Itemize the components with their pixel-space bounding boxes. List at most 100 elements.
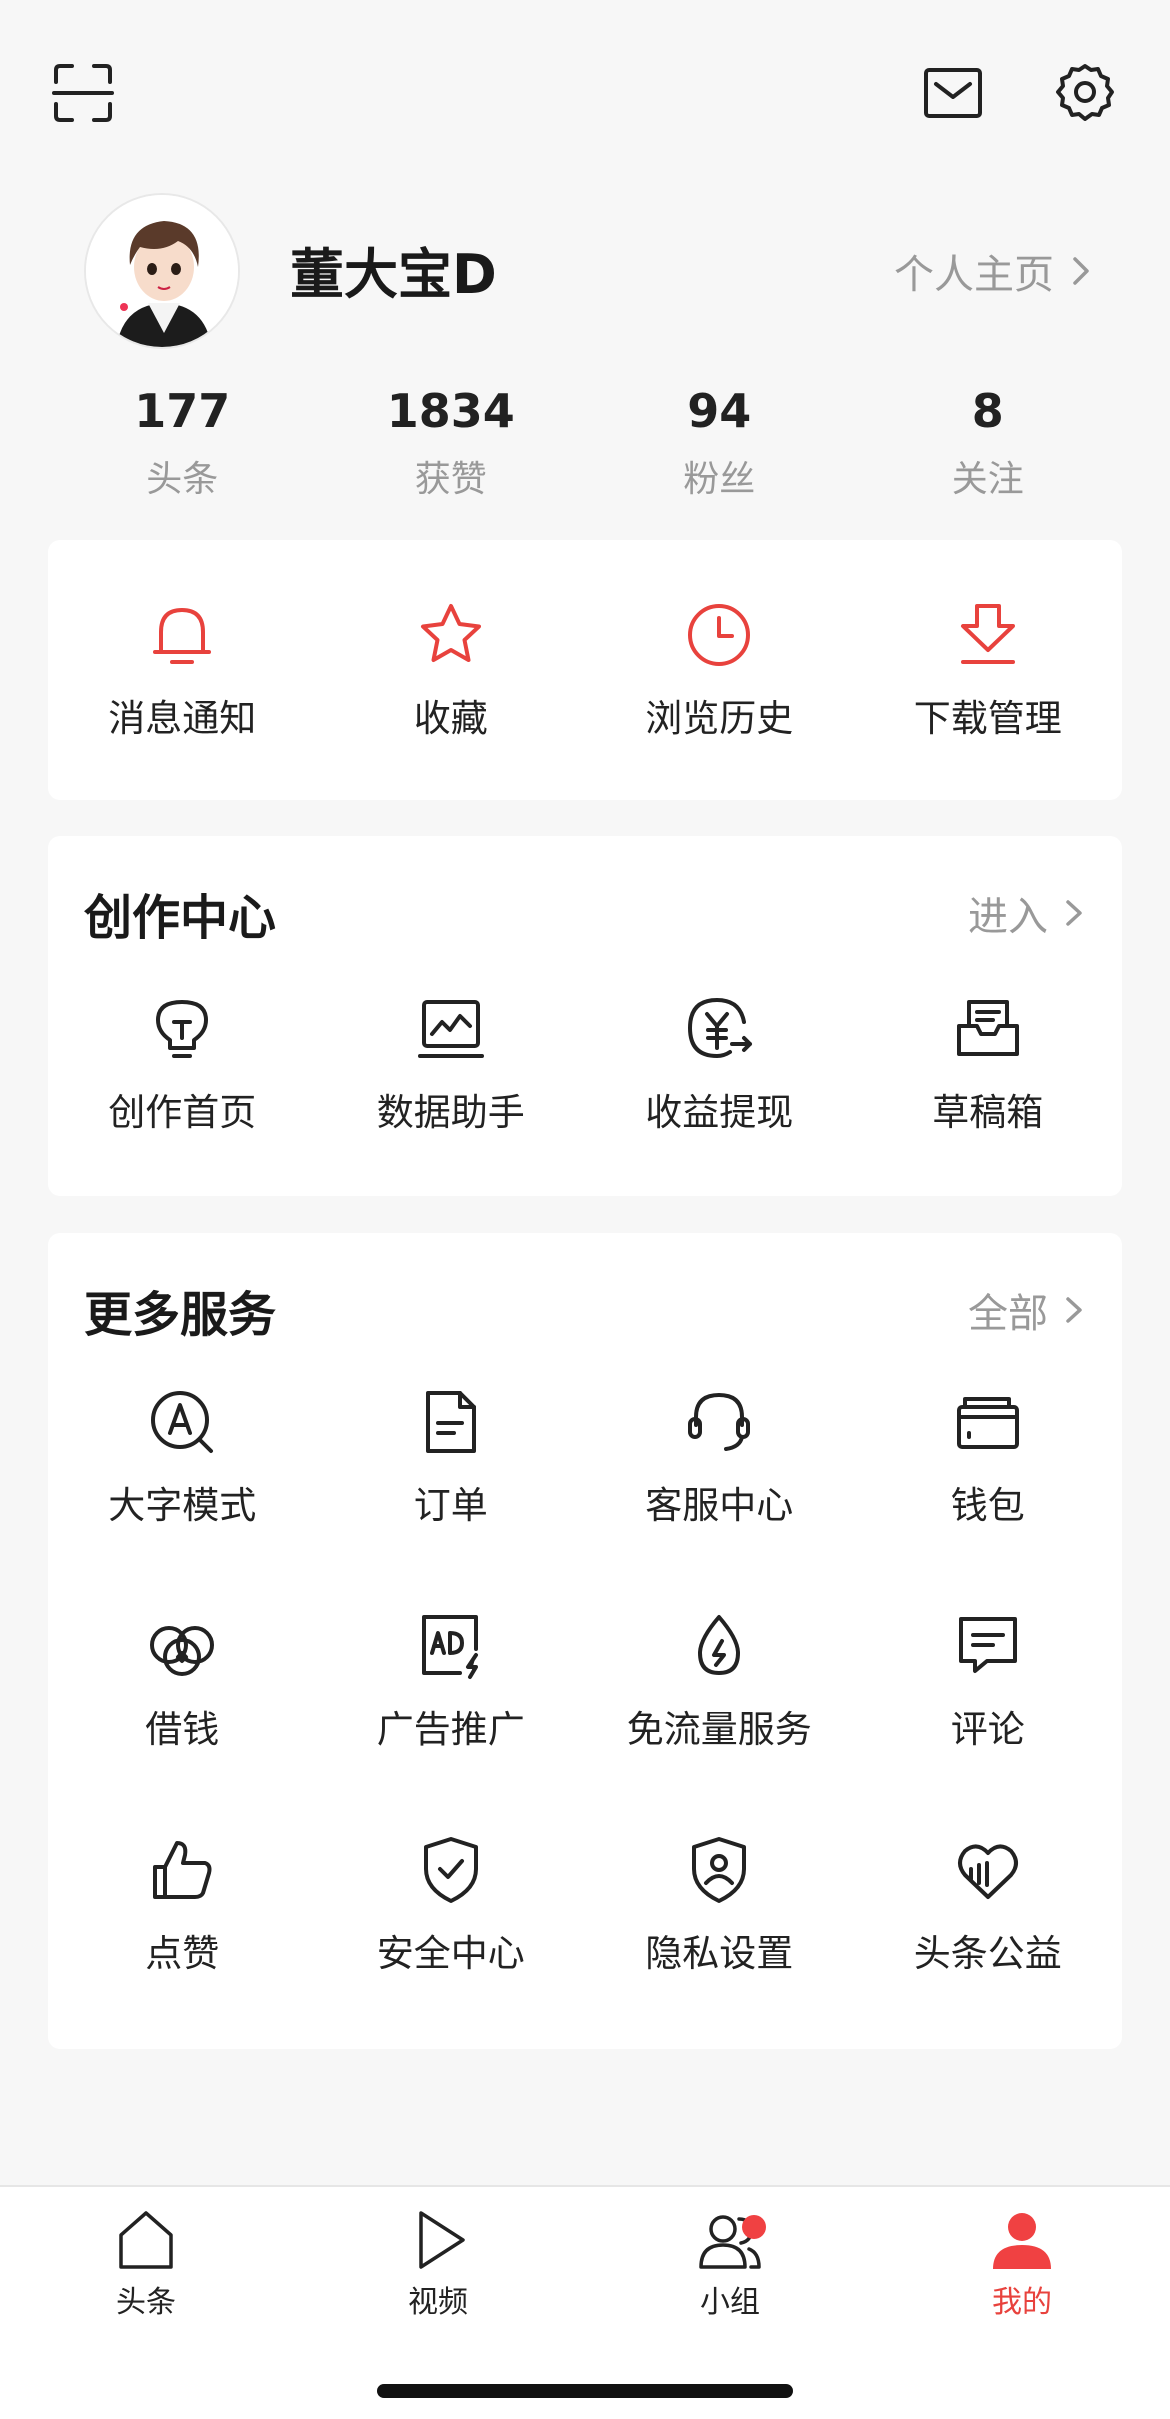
stat-label: 粉丝	[683, 459, 756, 500]
star-icon	[414, 598, 488, 672]
service-label: 广告推广	[376, 1708, 525, 1751]
service-label: 点赞	[145, 1932, 220, 1975]
personal-homepage-link[interactable]: 个人主页	[894, 242, 1094, 300]
service-security-center[interactable]: 安全中心	[317, 1833, 586, 1977]
service-label: 借钱	[145, 1708, 220, 1751]
quick-action-downloads[interactable]: 下载管理	[854, 598, 1123, 742]
service-label: 订单	[413, 1484, 488, 1527]
service-borrow-money[interactable]: 借钱	[48, 1609, 317, 1753]
comment-icon	[951, 1609, 1025, 1683]
username[interactable]: 董大宝D	[290, 230, 497, 309]
quick-action-favorites[interactable]: 收藏	[317, 598, 586, 742]
chevron-right-icon	[1066, 900, 1082, 926]
nav-tab-groups[interactable]: 小组	[650, 2205, 810, 2321]
creation-item-label: 草稿箱	[932, 1091, 1044, 1134]
nav-tab-headlines[interactable]: 头条	[66, 2205, 226, 2321]
charity-heart-icon	[951, 1833, 1025, 1907]
nav-label: 小组	[700, 2285, 760, 2320]
service-toutiao-charity[interactable]: 头条公益	[854, 1833, 1123, 1977]
bell-icon	[145, 598, 219, 672]
quick-action-notifications[interactable]: 消息通知	[48, 598, 317, 742]
service-label: 评论	[950, 1708, 1025, 1751]
enter-label: 进入	[968, 894, 1048, 940]
service-label: 客服中心	[645, 1484, 794, 1527]
stat-value: 1834	[386, 384, 515, 438]
settings-gear-icon[interactable]	[1050, 58, 1120, 128]
service-orders[interactable]: 订单	[317, 1385, 586, 1529]
shield-check-icon	[414, 1833, 488, 1907]
service-label: 头条公益	[913, 1932, 1062, 1975]
mail-icon[interactable]	[918, 58, 988, 128]
creation-item-label: 收益提现	[645, 1091, 794, 1134]
person-icon	[993, 2213, 1051, 2269]
stat-headlines[interactable]: 177 头条	[48, 380, 317, 510]
wallet-icon	[951, 1385, 1025, 1459]
all-label: 全部	[968, 1291, 1048, 1337]
earnings-withdraw[interactable]: 收益提现	[585, 992, 854, 1136]
drafts[interactable]: 草稿箱	[854, 992, 1123, 1136]
home-icon	[119, 2211, 173, 2269]
nav-label: 头条	[116, 2285, 176, 2320]
service-likes[interactable]: 点赞	[48, 1833, 317, 1977]
nav-tab-mine[interactable]: 我的	[942, 2205, 1102, 2321]
nav-label: 我的	[992, 2285, 1052, 2320]
scan-icon[interactable]	[48, 58, 118, 128]
quick-action-label: 收藏	[413, 697, 488, 740]
quick-action-label: 消息通知	[108, 697, 257, 740]
profile-stats: 177 头条 1834 获赞 94 粉丝 8 关注	[48, 380, 1122, 510]
creation-item-label: 数据助手	[376, 1091, 525, 1134]
service-wallet[interactable]: 钱包	[854, 1385, 1123, 1529]
chevron-right-icon	[1073, 257, 1089, 285]
top-bar	[0, 0, 1170, 185]
service-comments[interactable]: 评论	[854, 1609, 1123, 1753]
yuan-withdraw-icon	[682, 992, 756, 1066]
service-free-data[interactable]: 免流量服务	[585, 1609, 854, 1753]
creation-home[interactable]: 创作首页	[48, 992, 317, 1136]
stat-value: 177	[134, 384, 231, 438]
stat-label: 获赞	[414, 459, 487, 500]
headset-icon	[682, 1385, 756, 1459]
thumbs-up-icon	[145, 1833, 219, 1907]
new-activity-badge	[742, 2215, 766, 2239]
personal-homepage-label: 个人主页	[894, 252, 1054, 298]
avatar[interactable]	[84, 193, 240, 349]
profile-header: 董大宝D 个人主页	[0, 185, 1170, 355]
ad-icon	[414, 1609, 488, 1683]
service-label: 大字模式	[108, 1484, 257, 1527]
stat-label: 头条	[146, 459, 219, 500]
order-document-icon	[414, 1385, 488, 1459]
service-customer-support[interactable]: 客服中心	[585, 1385, 854, 1529]
service-label: 隐私设置	[645, 1932, 794, 1975]
chart-monitor-icon	[414, 992, 488, 1066]
lightbulb-icon	[145, 992, 219, 1066]
stat-following[interactable]: 8 关注	[854, 380, 1123, 510]
loan-icon	[145, 1609, 219, 1683]
creation-center-title: 创作中心	[84, 890, 277, 946]
profile-page: 董大宝D 个人主页 177 头条 1834 获赞 94 粉丝 8 关注 消息通知…	[0, 0, 1170, 2419]
stat-followers[interactable]: 94 粉丝	[585, 380, 854, 510]
download-icon	[951, 598, 1025, 672]
quick-action-label: 下载管理	[913, 697, 1062, 740]
nav-tab-video[interactable]: 视频	[358, 2205, 518, 2321]
more-services-card: 更多服务 全部 大字模式 订单 客服中心 钱包 借钱 广告推广 免流量服务 评论…	[48, 1233, 1122, 2049]
clock-icon	[682, 598, 756, 672]
quick-action-history[interactable]: 浏览历史	[585, 598, 854, 742]
service-label: 安全中心	[376, 1932, 525, 1975]
service-privacy-settings[interactable]: 隐私设置	[585, 1833, 854, 1977]
stat-likes[interactable]: 1834 获赞	[317, 380, 586, 510]
quick-actions-card: 消息通知 收藏 浏览历史 下载管理	[48, 540, 1122, 800]
creation-center-enter-link[interactable]: 进入	[968, 884, 1086, 942]
more-services-all-link[interactable]: 全部	[968, 1281, 1086, 1339]
stat-label: 关注	[951, 459, 1024, 500]
chevron-right-icon	[1066, 1297, 1082, 1323]
more-services-header: 更多服务 全部	[84, 1275, 1086, 1343]
draft-box-icon	[951, 992, 1025, 1066]
data-assistant[interactable]: 数据助手	[317, 992, 586, 1136]
more-services-title: 更多服务	[84, 1287, 277, 1343]
service-large-text[interactable]: 大字模式	[48, 1385, 317, 1529]
privacy-shield-icon	[682, 1833, 756, 1907]
home-indicator[interactable]	[377, 2384, 793, 2398]
service-label: 钱包	[950, 1484, 1025, 1527]
service-ad-promotion[interactable]: 广告推广	[317, 1609, 586, 1753]
play-icon	[419, 2211, 465, 2269]
